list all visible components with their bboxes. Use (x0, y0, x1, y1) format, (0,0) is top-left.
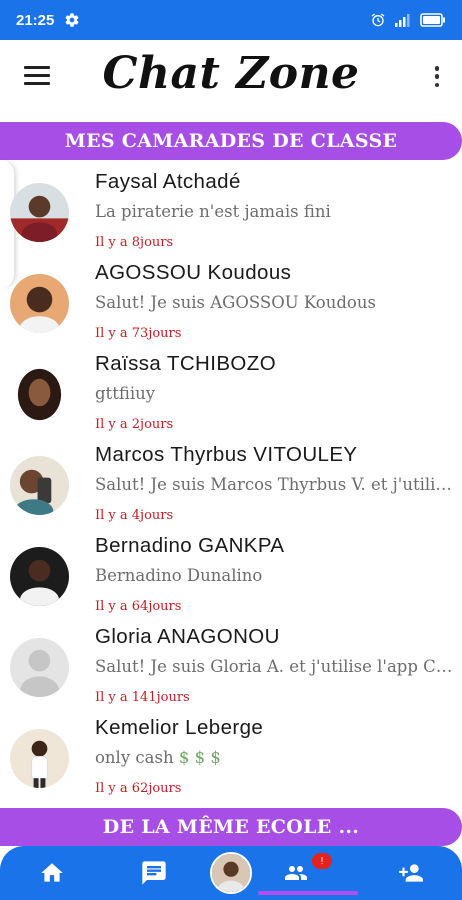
contact-timestamp: Il y a 4jours (95, 508, 174, 523)
signal-icon (395, 14, 410, 27)
nav-home-button[interactable] (24, 846, 80, 900)
app-title: Chat Zone (102, 48, 360, 99)
contact-name: Kemelior Leberge (95, 716, 264, 739)
contact-item[interactable]: Kemelior Leberge only cash $ $ $ Il y a … (0, 714, 462, 804)
contact-timestamp: Il y a 64jours (95, 599, 182, 614)
contact-item[interactable]: Bernadino GANKPA Bernadino Dunalino Il y… (0, 532, 462, 622)
contact-avatar (10, 729, 69, 788)
contact-timestamp: Il y a 62jours (95, 781, 182, 796)
notification-badge: ! (312, 853, 332, 869)
contact-last-message: La piraterie n'est jamais fini (95, 202, 331, 221)
status-time: 21:25 (16, 11, 55, 29)
contact-name: Bernadino GANKPA (95, 534, 285, 557)
home-icon (41, 863, 63, 882)
contact-name: Gloria ANAGONOU (95, 625, 280, 648)
nav-add-friend-button[interactable] (380, 846, 440, 900)
nav-profile-button[interactable] (204, 846, 258, 900)
contact-timestamp: Il y a 8jours (95, 235, 174, 250)
contact-item[interactable]: Faysal Atchadé La piraterie n'est jamais… (0, 168, 462, 258)
contact-item[interactable]: Marcos Thyrbus VITOULEY Salut! Je suis M… (0, 441, 462, 531)
section-header-same-school[interactable]: DE LA MÊME ECOLE ... (0, 808, 462, 846)
contact-last-message: Salut! Je suis AGOSSOU Koudous (95, 293, 376, 312)
contact-last-message: only cash $ $ $ (95, 748, 460, 767)
friends-icon (285, 866, 307, 880)
battery-icon (420, 13, 445, 27)
profile-avatar (210, 852, 252, 894)
app-bar: Chat Zone (0, 40, 462, 118)
contact-avatar (10, 456, 69, 515)
contact-name: Raïssa TCHIBOZO (95, 352, 277, 375)
contact-name: Marcos Thyrbus VITOULEY (95, 443, 358, 466)
alarm-icon (371, 13, 385, 27)
dollar-emoji: $ $ $ (178, 748, 221, 767)
more-vertical-icon[interactable] (434, 66, 440, 88)
contact-last-message: gttfiiuy (95, 384, 156, 403)
section-header-classmates: MES CAMARADES DE CLASSE (0, 122, 462, 160)
contact-message-text: only cash (95, 748, 174, 767)
contact-timestamp: Il y a 141jours (95, 690, 190, 705)
chat-icon (142, 861, 166, 885)
default-avatar-icon (10, 638, 69, 697)
contact-last-message: Salut! Je suis Marcos Thyrbus V. et j'ut… (95, 475, 460, 494)
gear-icon (65, 13, 79, 27)
contact-last-message: Salut! Je suis Gloria A. et j'utilise l'… (95, 657, 460, 676)
contact-avatar (10, 547, 69, 606)
contact-timestamp: Il y a 2jours (95, 417, 174, 432)
contact-item[interactable]: Gloria ANAGONOU Salut! Je suis Gloria A.… (0, 623, 462, 713)
contact-avatar (10, 274, 69, 333)
contact-last-message: Bernadino Dunalino (95, 566, 263, 585)
contact-avatar (10, 365, 69, 424)
status-bar: 21:25 (0, 0, 462, 40)
nav-chat-button[interactable] (126, 846, 182, 900)
add-friend-icon (399, 864, 423, 882)
contact-timestamp: Il y a 73jours (95, 326, 182, 341)
active-tab-indicator (258, 891, 358, 895)
bottom-navigation: ! (0, 846, 462, 900)
contact-name: AGOSSOU Koudous (95, 261, 292, 284)
contact-item[interactable]: AGOSSOU Koudous Salut! Je suis AGOSSOU K… (0, 259, 462, 349)
contact-item[interactable]: Raïssa TCHIBOZO gttfiiuy Il y a 2jours (0, 350, 462, 440)
contact-name: Faysal Atchadé (95, 170, 241, 193)
contact-avatar (10, 183, 69, 242)
status-icons (370, 12, 446, 28)
